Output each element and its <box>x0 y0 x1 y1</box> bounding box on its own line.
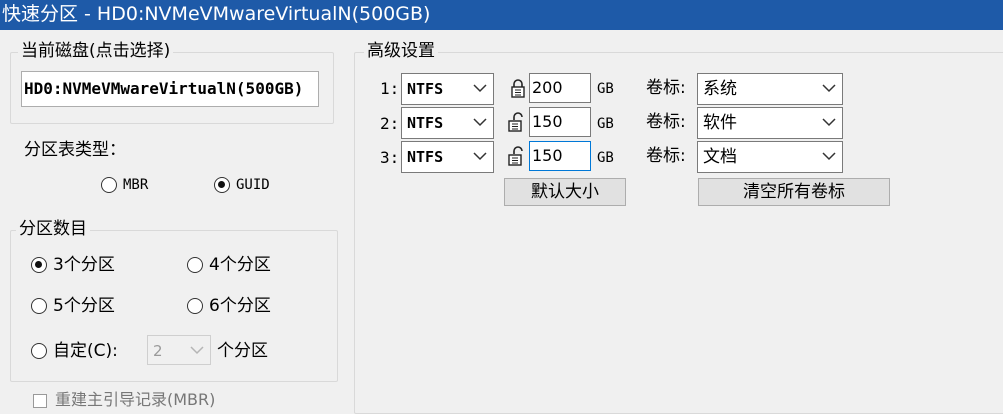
radio-4-partitions[interactable] <box>187 257 203 273</box>
radio-3-partitions[interactable] <box>31 257 47 273</box>
clear-volume-labels-button[interactable]: 清空所有卷标 <box>698 178 890 206</box>
row2-fs-value: NTFS <box>407 114 444 132</box>
radio-custom[interactable] <box>31 343 47 359</box>
row1-volume-value: 系统 <box>703 79 737 99</box>
row1-index: 1: <box>380 79 400 98</box>
guid-radio-label[interactable]: GUID <box>236 175 270 195</box>
default-size-button[interactable]: 默认大小 <box>504 178 626 206</box>
row1-fs-value: NTFS <box>407 80 444 98</box>
chevron-down-icon <box>822 84 836 93</box>
row1-fs-select[interactable]: NTFS <box>401 73 494 105</box>
row1-size-input[interactable]: 200 <box>529 73 591 103</box>
guid-radio[interactable] <box>214 177 230 193</box>
window-title: 快速分区 - HD0:NVMeVMwareVirtualN(500GB) <box>0 0 1003 30</box>
radio-5-partitions[interactable] <box>31 298 47 314</box>
lock-open-icon[interactable] <box>507 112 523 132</box>
row3-volume-caption: 卷标: <box>646 146 686 166</box>
chevron-down-icon <box>822 152 836 161</box>
chevron-down-icon <box>190 346 204 355</box>
chevron-down-icon <box>822 118 836 127</box>
current-disk-label: 当前磁盘(点击选择) <box>18 41 174 61</box>
advanced-settings-label: 高级设置 <box>364 41 438 61</box>
custom-count-select[interactable]: 2 <box>147 335 211 365</box>
radio-3-partitions-label[interactable]: 3个分区 <box>53 255 115 275</box>
chevron-down-icon <box>473 118 487 127</box>
mbr-radio-label[interactable]: MBR <box>123 175 148 195</box>
partition-table-label: 分区表类型： <box>24 140 126 160</box>
row1-volume-select[interactable]: 系统 <box>697 73 843 105</box>
lock-closed-icon[interactable] <box>510 78 526 98</box>
rebuild-mbr-label[interactable]: 重建主引导记录(MBR) <box>55 390 215 410</box>
custom-count-value: 2 <box>153 342 163 360</box>
row2-size-input[interactable]: 150 <box>529 107 591 137</box>
radio-6-partitions[interactable] <box>187 298 203 314</box>
row2-volume-caption: 卷标: <box>646 112 686 132</box>
row2-volume-select[interactable]: 软件 <box>697 107 843 139</box>
row3-fs-select[interactable]: NTFS <box>401 141 494 173</box>
radio-6-partitions-label[interactable]: 6个分区 <box>209 296 271 316</box>
row1-volume-caption: 卷标: <box>646 78 686 98</box>
row3-volume-select[interactable]: 文档 <box>697 141 843 173</box>
custom-count-suffix: 个分区 <box>217 341 268 361</box>
chevron-down-icon <box>473 152 487 161</box>
mbr-radio[interactable] <box>101 177 117 193</box>
row2-unit: GB <box>597 116 614 132</box>
partition-count-label: 分区数目 <box>16 219 90 239</box>
row2-fs-select[interactable]: NTFS <box>401 107 494 139</box>
row3-index: 3: <box>380 148 400 167</box>
chevron-down-icon <box>473 84 487 93</box>
row3-volume-value: 文档 <box>703 147 737 167</box>
row2-volume-value: 软件 <box>703 113 737 133</box>
radio-4-partitions-label[interactable]: 4个分区 <box>209 255 271 275</box>
rebuild-mbr-checkbox[interactable] <box>33 394 47 408</box>
row3-size-input[interactable]: 150 <box>529 141 591 171</box>
row3-unit: GB <box>597 150 614 166</box>
radio-5-partitions-label[interactable]: 5个分区 <box>53 296 115 316</box>
current-disk-selector[interactable]: HD0:NVMeVMwareVirtualN(500GB) <box>21 71 319 107</box>
radio-custom-label[interactable]: 自定(C): <box>53 341 118 361</box>
row3-fs-value: NTFS <box>407 148 444 166</box>
lock-open-icon[interactable] <box>507 146 523 166</box>
row1-unit: GB <box>597 81 614 97</box>
row2-index: 2: <box>380 114 400 133</box>
